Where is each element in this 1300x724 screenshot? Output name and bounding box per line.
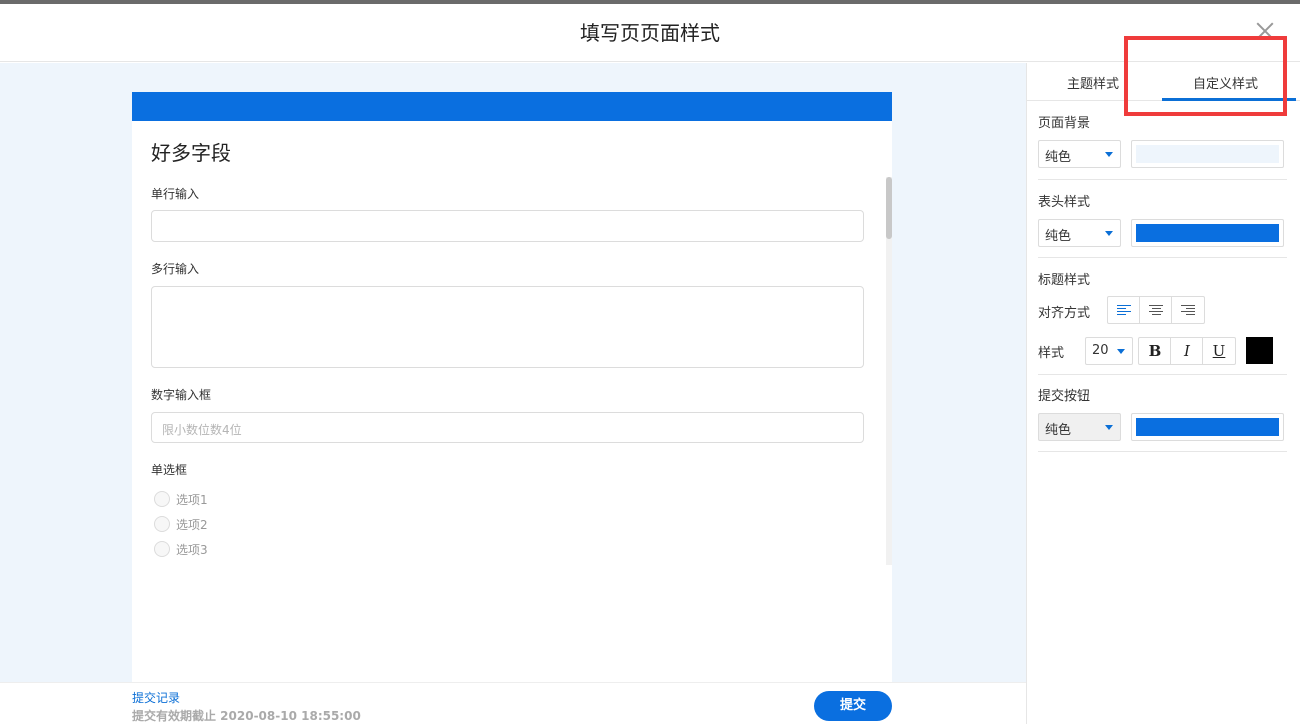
radio-circle-icon bbox=[154, 491, 170, 507]
color-swatch bbox=[1136, 418, 1279, 436]
alignment-label: 对齐方式 bbox=[1038, 306, 1091, 321]
underline-icon: U bbox=[1212, 342, 1226, 360]
bold-button[interactable]: B bbox=[1139, 338, 1171, 364]
header-fill-select[interactable]: 纯色 bbox=[1038, 219, 1121, 247]
submission-deadline: 提交有效期截止 2020-08-10 18:55:00 bbox=[132, 709, 361, 723]
single-line-input[interactable] bbox=[151, 210, 864, 242]
field-label-number: 数字输入框 bbox=[151, 388, 212, 402]
align-center-icon bbox=[1149, 305, 1163, 316]
divider bbox=[1038, 374, 1287, 375]
alignment-buttons bbox=[1107, 296, 1205, 324]
form-scrollbar[interactable] bbox=[886, 177, 892, 565]
field-label-single-line: 单行输入 bbox=[151, 187, 200, 201]
text-format-buttons: B I U bbox=[1138, 337, 1236, 365]
select-value: 20 bbox=[1092, 343, 1109, 358]
form-footer: 提交记录 提交有效期截止 2020-08-10 18:55:00 提交 bbox=[0, 682, 1026, 724]
submit-button[interactable]: 提交 bbox=[814, 691, 892, 721]
form-header-banner bbox=[132, 92, 892, 121]
preview-canvas: 好多字段 单行输入 多行输入 数字输入框 限小数位数4位 单选框 选项1 选项2… bbox=[0, 63, 1026, 724]
chevron-down-icon bbox=[1105, 231, 1113, 236]
align-left-icon bbox=[1117, 305, 1131, 316]
divider bbox=[1038, 257, 1287, 258]
align-left-button[interactable] bbox=[1108, 297, 1140, 323]
section-title-style: 标题样式 bbox=[1038, 273, 1091, 288]
dialog-title: 填写页页面样式 bbox=[580, 21, 720, 45]
section-header-style: 表头样式 bbox=[1038, 195, 1091, 210]
style-settings-panel: 主题样式 自定义样式 页面背景 纯色 表头样式 纯色 标题样式 对齐方式 样式 … bbox=[1026, 63, 1300, 724]
italic-icon: I bbox=[1184, 342, 1190, 360]
form-preview: 好多字段 单行输入 多行输入 数字输入框 限小数位数4位 单选框 选项1 选项2… bbox=[132, 92, 892, 724]
section-page-background: 页面背景 bbox=[1038, 116, 1091, 131]
align-right-icon bbox=[1181, 305, 1195, 316]
number-input-placeholder: 限小数位数4位 bbox=[162, 423, 242, 437]
header-color-picker[interactable] bbox=[1131, 219, 1284, 247]
scrollbar-thumb[interactable] bbox=[886, 177, 892, 239]
field-label-radio: 单选框 bbox=[151, 463, 188, 477]
select-value: 纯色 bbox=[1045, 229, 1072, 244]
align-right-button[interactable] bbox=[1172, 297, 1204, 323]
radio-option-label: 选项1 bbox=[176, 493, 208, 507]
section-submit-button: 提交按钮 bbox=[1038, 389, 1091, 404]
bold-icon: B bbox=[1148, 342, 1162, 360]
chevron-down-icon bbox=[1105, 425, 1113, 430]
select-value: 纯色 bbox=[1045, 423, 1072, 438]
align-center-button[interactable] bbox=[1140, 297, 1172, 323]
italic-button[interactable]: I bbox=[1171, 338, 1203, 364]
font-size-select[interactable]: 20 bbox=[1085, 337, 1133, 365]
radio-option-label: 选项2 bbox=[176, 518, 208, 532]
color-swatch bbox=[1136, 145, 1279, 163]
font-style-label: 样式 bbox=[1038, 346, 1065, 361]
form-title: 好多字段 bbox=[151, 141, 231, 165]
dialog-header: 填写页页面样式 bbox=[0, 4, 1300, 62]
number-input[interactable]: 限小数位数4位 bbox=[151, 412, 864, 443]
submit-fill-select[interactable]: 纯色 bbox=[1038, 413, 1121, 441]
select-value: 纯色 bbox=[1045, 150, 1072, 165]
chevron-down-icon bbox=[1105, 152, 1113, 157]
radio-option-label: 选项3 bbox=[176, 543, 208, 557]
page-background-color-picker[interactable] bbox=[1131, 140, 1284, 168]
annotation-highlight-box bbox=[1124, 36, 1287, 116]
divider bbox=[1038, 451, 1287, 452]
color-swatch bbox=[1136, 224, 1279, 242]
tab-theme-style[interactable]: 主题样式 bbox=[1067, 73, 1119, 92]
field-label-multi-line: 多行输入 bbox=[151, 262, 200, 276]
underline-button[interactable]: U bbox=[1203, 338, 1235, 364]
submission-records-link[interactable]: 提交记录 bbox=[132, 689, 180, 706]
multi-line-input[interactable] bbox=[151, 286, 864, 368]
radio-circle-icon bbox=[154, 541, 170, 557]
radio-circle-icon bbox=[154, 516, 170, 532]
title-color-picker[interactable] bbox=[1246, 337, 1273, 364]
divider bbox=[1038, 179, 1287, 180]
page-background-fill-select[interactable]: 纯色 bbox=[1038, 140, 1121, 168]
submit-color-picker[interactable] bbox=[1131, 413, 1284, 441]
chevron-down-icon bbox=[1117, 349, 1125, 354]
